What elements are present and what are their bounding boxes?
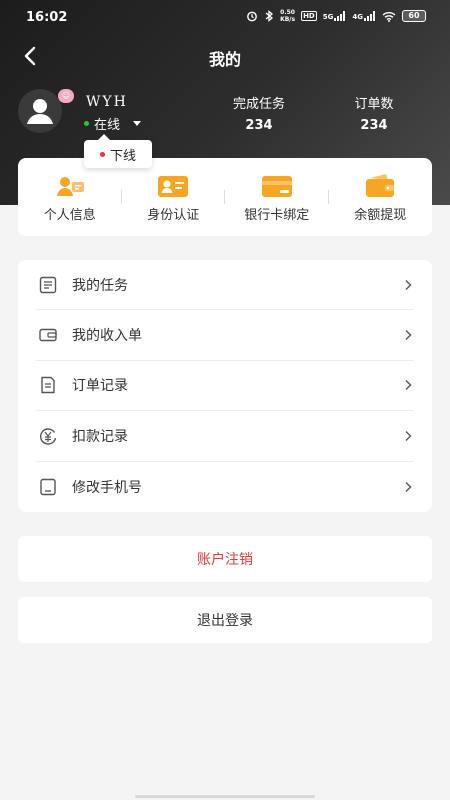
menu-item-label: 扣款记录: [72, 428, 128, 445]
menu-item-label: 我的任务: [72, 277, 128, 294]
bluetooth-icon: [265, 10, 274, 22]
stat-orders: 订单数 234: [346, 93, 402, 133]
signal-5g: 5G: [323, 11, 347, 21]
menu-item-label: 修改手机号: [72, 479, 142, 496]
task-list-icon: [39, 276, 57, 293]
quick-action-label: 个人信息: [43, 207, 96, 223]
avatar-badge-icon: ☺: [58, 89, 74, 103]
avatar[interactable]: ☺: [18, 89, 74, 133]
quick-action-identity-auth[interactable]: 身份认证: [122, 158, 226, 236]
status-bar: 16:02 0.50 KB/s HD 5G 4G 60: [0, 0, 450, 36]
quick-action-withdraw[interactable]: 余额提现: [329, 158, 433, 236]
chevron-right-icon: [405, 430, 412, 441]
status-option-offline[interactable]: 下线: [84, 134, 152, 168]
quick-action-label: 余额提现: [354, 207, 407, 223]
caret-down-icon: [133, 121, 142, 126]
quick-action-bank-card[interactable]: 银行卡绑定: [225, 158, 329, 236]
order-record-icon: [41, 377, 55, 394]
menu-item-income[interactable]: 我的收入单: [36, 310, 414, 361]
stat-tasks-value: 234: [245, 118, 273, 133]
signal-4g: 4G: [352, 11, 376, 21]
deduction-yen-icon: [39, 428, 57, 445]
battery-indicator: 60: [402, 10, 426, 22]
quick-action-personal-info[interactable]: 个人信息: [18, 158, 122, 236]
user-silhouette-icon: [27, 99, 53, 124]
quick-actions-card: 个人信息 身份认证 银行卡绑定 余额提现: [18, 158, 432, 236]
wallet-icon: [366, 173, 395, 197]
status-option-label: 下线: [109, 148, 136, 164]
status-icons: 0.50 KB/s HD 5G 4G 60: [246, 9, 426, 23]
signal-bars-icon: [364, 11, 375, 21]
id-card-icon: [56, 176, 84, 196]
stat-orders-value: 234: [360, 118, 388, 133]
menu-list: 我的任务 我的收入单 订单记录 扣款记录 修改手机号: [18, 260, 432, 512]
hd-badge: HD: [301, 11, 317, 21]
signal-bars-icon: [334, 11, 346, 21]
stat-tasks-label: 完成任务: [232, 97, 285, 112]
alarm-icon: [247, 11, 257, 22]
bank-card-icon: [261, 175, 292, 197]
menu-item-change-phone[interactable]: 修改手机号: [36, 462, 414, 512]
page-title: 我的: [208, 50, 241, 69]
home-indicator: [135, 795, 315, 798]
menu-item-my-tasks[interactable]: 我的任务: [36, 260, 414, 311]
menu-item-order-records[interactable]: 订单记录: [36, 361, 414, 412]
identity-card-icon: [158, 175, 189, 197]
username: WYH: [86, 94, 128, 110]
online-status-label: 在线: [94, 118, 121, 133]
chevron-right-icon: [405, 481, 412, 492]
stat-completed-tasks: 完成任务 234: [222, 93, 296, 133]
chevron-right-icon: [405, 330, 412, 341]
menu-item-deductions[interactable]: 扣款记录: [36, 411, 414, 462]
menu-item-label: 我的收入单: [72, 328, 142, 345]
phone-icon: [40, 478, 56, 495]
online-status-select[interactable]: 在线: [84, 114, 142, 133]
avatar-image: [18, 89, 62, 133]
nav-bar: 我的: [0, 36, 450, 76]
stat-orders-label: 订单数: [354, 97, 394, 112]
income-wallet-icon: [39, 328, 57, 342]
online-dot: [84, 121, 89, 126]
wifi-icon: [382, 11, 396, 22]
chevron-right-icon: [405, 380, 412, 391]
quick-action-label: 身份认证: [147, 207, 200, 223]
net-speed: 0.50 KB/s: [280, 9, 296, 23]
menu-item-label: 订单记录: [72, 378, 128, 395]
cancel-account-button[interactable]: 账户注销: [18, 536, 432, 582]
chevron-right-icon: [405, 279, 412, 290]
status-time: 16:02: [26, 10, 68, 25]
quick-action-label: 银行卡绑定: [244, 207, 310, 223]
logout-button[interactable]: 退出登录: [18, 597, 432, 643]
offline-dot: [99, 151, 105, 157]
